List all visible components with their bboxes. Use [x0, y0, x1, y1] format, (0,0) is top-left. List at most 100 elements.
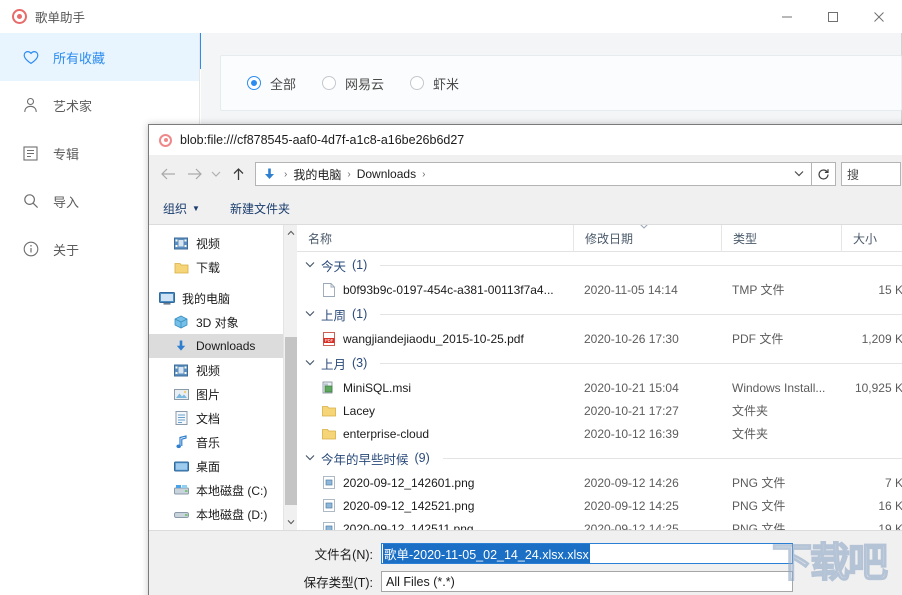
tree-item-label: 本地磁盘 (C:): [196, 483, 268, 498]
table-row[interactable]: 2020-09-12_142521.png 2020-09-12 14:25 P…: [297, 494, 902, 517]
breadcrumb-separator: ›: [422, 168, 426, 180]
table-row[interactable]: 2020-09-12_142601.png 2020-09-12 14:26 P…: [297, 471, 902, 494]
forward-button[interactable]: [181, 162, 207, 186]
tree-item-label: 音乐: [196, 435, 221, 450]
picture-icon: [173, 386, 189, 402]
tree-item-mycomputer[interactable]: 我的电脑: [149, 286, 297, 310]
app-titlebar: 歌单助手: [0, 0, 902, 33]
tree-item-pictures[interactable]: 图片: [149, 382, 297, 406]
breadcrumb-segment-downloads[interactable]: Downloads: [357, 167, 416, 181]
sidebar-item-all-favorites[interactable]: 所有收藏: [0, 33, 199, 81]
file-type-cell: Windows Install...: [732, 380, 826, 395]
close-button[interactable]: [856, 0, 902, 33]
dialog-title: blob:file:///cf878545-aaf0-4d7f-a1c8-a16…: [180, 133, 465, 147]
up-button[interactable]: [225, 162, 251, 186]
file-group-header[interactable]: 上月 (3): [297, 350, 902, 376]
search-input[interactable]: 搜: [841, 162, 901, 186]
downloads-arrow-icon: [173, 338, 189, 354]
tree-item-3d-objects[interactable]: 3D 对象: [149, 310, 297, 334]
filetype-select[interactable]: All Files (*.*): [381, 571, 793, 592]
column-header-type[interactable]: 类型: [721, 225, 841, 252]
file-name-cell: enterprise-cloud: [297, 426, 573, 442]
maximize-button[interactable]: [810, 0, 856, 33]
organize-button[interactable]: 组织 ▼: [163, 200, 200, 217]
png-icon: [321, 475, 336, 491]
scroll-down-arrow-icon[interactable]: [284, 514, 297, 530]
file-name: 2020-09-12_142521.png: [343, 498, 475, 513]
recent-locations-chevron-down-icon[interactable]: [207, 162, 225, 186]
file-group-header[interactable]: 上周 (1): [297, 301, 902, 327]
tree-item-videos-quick[interactable]: 视频: [149, 231, 297, 255]
sidebar-item-label: 所有收藏: [53, 50, 106, 66]
radio-label: 全部: [270, 76, 297, 92]
column-label: 大小: [853, 231, 878, 246]
group-divider: [380, 264, 902, 266]
file-group-header[interactable]: 今天 (1): [297, 252, 902, 278]
tree-item-documents[interactable]: 文档: [149, 406, 297, 430]
new-folder-button[interactable]: 新建文件夹: [230, 200, 290, 217]
refresh-button[interactable]: [812, 162, 836, 186]
tree-item-downloads[interactable]: Downloads: [149, 334, 297, 358]
column-label: 类型: [733, 231, 758, 246]
file-size-cell: 10,925 K: [854, 380, 902, 395]
tree-item-videos[interactable]: 视频: [149, 358, 297, 382]
tree-item-downloads-quick[interactable]: 下载: [149, 255, 297, 279]
pdf-icon: PDF: [321, 331, 336, 347]
table-row[interactable]: MiniSQL.msi 2020-10-21 15:04 Windows Ins…: [297, 376, 902, 399]
breadcrumb[interactable]: › 我的电脑 › Downloads ›: [255, 162, 812, 186]
scroll-up-arrow-icon[interactable]: [284, 225, 297, 241]
column-header-name[interactable]: 名称: [297, 225, 573, 252]
radio-option-all[interactable]: 全部: [247, 74, 296, 93]
filename-input[interactable]: 歌单-2020-11-05_02_14_24.xlsx.xlsx: [381, 543, 793, 564]
tree-scrollbar[interactable]: [283, 225, 297, 530]
table-row[interactable]: b0f93b9c-0197-454c-a381-00113f7a4... 202…: [297, 278, 902, 301]
dialog-navigation-bar: › 我的电脑 › Downloads › 搜: [149, 155, 902, 193]
filetype-row: 保存类型(T): All Files (*.*): [149, 571, 902, 592]
column-header-date[interactable]: 修改日期: [573, 225, 721, 252]
file-type-cell: 文件夹: [732, 404, 769, 418]
radio-option-netease[interactable]: 网易云: [322, 74, 384, 93]
tree-item-label: 下载: [196, 260, 221, 275]
breadcrumb-separator: ›: [347, 168, 351, 180]
file-list-pane: 名称 修改日期 类型 大小 今天 (1) b0f93b9c-0197-454c-…: [297, 225, 902, 530]
downloads-arrow-icon: [260, 167, 278, 182]
file-date-cell: 2020-10-26 17:30: [584, 331, 679, 346]
table-row[interactable]: enterprise-cloud 2020-10-12 16:39 文件夹: [297, 422, 902, 445]
table-row[interactable]: 2020-09-12_142511.png 2020-09-12 14:25 P…: [297, 517, 902, 530]
column-header-size[interactable]: 大小: [841, 225, 901, 252]
tree-item-desktop[interactable]: 桌面: [149, 454, 297, 478]
tree-item-music[interactable]: 音乐: [149, 430, 297, 454]
filename-label: 文件名(N):: [314, 548, 373, 562]
computer-icon: [159, 290, 175, 306]
column-label: 修改日期: [585, 231, 634, 246]
tree-item-local-disk-d[interactable]: 本地磁盘 (D:): [149, 502, 297, 526]
column-label: 名称: [308, 231, 333, 246]
navigation-tree: 视频 下载 我的电脑 3D 对象 Downloads 视频 图片 文档 音乐 桌…: [149, 225, 297, 530]
group-label: 今天: [321, 259, 347, 274]
dialog-footer: 文件名(N): 歌单-2020-11-05_02_14_24.xlsx.xlsx…: [149, 530, 902, 595]
sidebar-item-artists[interactable]: 艺术家: [0, 81, 199, 129]
tree-scrollbar-thumb[interactable]: [285, 337, 297, 505]
filename-value: 歌单-2020-11-05_02_14_24.xlsx.xlsx: [383, 544, 590, 563]
group-label: 上月: [321, 357, 347, 372]
file-name-cell: Lacey: [297, 403, 573, 419]
breadcrumb-segment-mycomputer[interactable]: 我的电脑: [293, 166, 341, 183]
radio-indicator: [410, 76, 425, 90]
table-row[interactable]: Lacey 2020-10-21 17:27 文件夹: [297, 399, 902, 422]
tree-item-local-disk-c[interactable]: 本地磁盘 (C:): [149, 478, 297, 502]
minimize-button[interactable]: [764, 0, 810, 33]
table-row[interactable]: PDF wangjiandejiaodu_2015-10-25.pdf 2020…: [297, 327, 902, 350]
back-button[interactable]: [155, 162, 181, 186]
radio-option-xiami[interactable]: 虾米: [410, 74, 459, 93]
disk-icon: [173, 506, 189, 522]
folder-icon: [321, 403, 336, 419]
tree-item-label: 文档: [196, 411, 221, 426]
file-group-header[interactable]: 今年的早些时候 (9): [297, 445, 902, 471]
file-name-cell: MiniSQL.msi: [297, 380, 573, 396]
window-controls: [764, 0, 902, 33]
album-icon: [22, 145, 39, 162]
address-dropdown-chevron-down-icon[interactable]: [794, 169, 807, 179]
file-list-header: 名称 修改日期 类型 大小: [297, 225, 902, 252]
filename-row: 文件名(N): 歌单-2020-11-05_02_14_24.xlsx.xlsx: [149, 543, 902, 564]
app-title: 歌单助手: [35, 11, 86, 25]
